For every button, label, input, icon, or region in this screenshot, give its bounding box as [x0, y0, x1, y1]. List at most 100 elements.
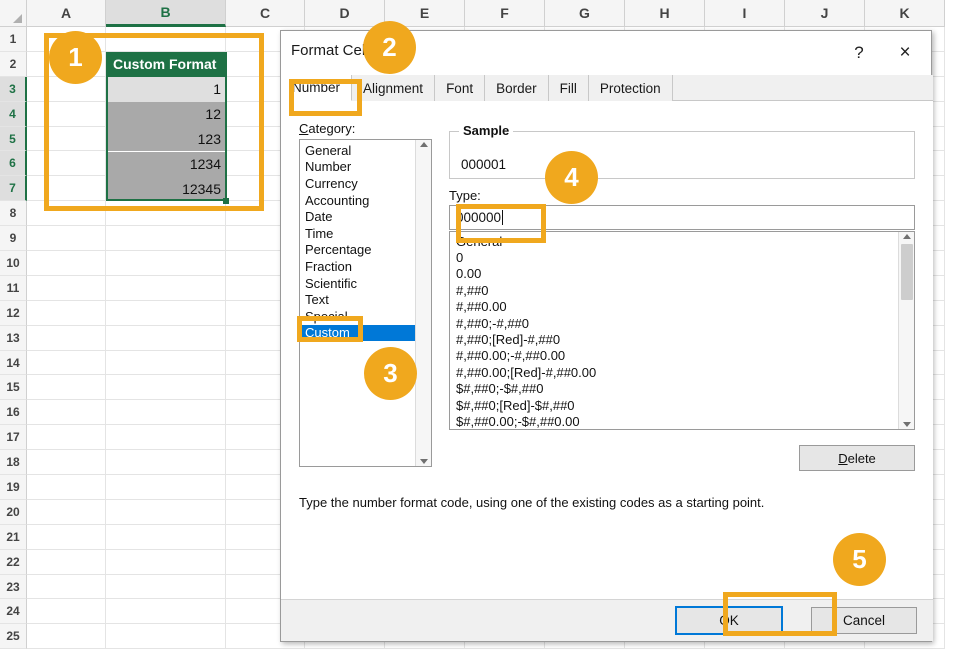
cell-B1[interactable] [106, 27, 226, 52]
format-code-item-0[interactable]: General [450, 233, 898, 249]
cell-B6[interactable] [106, 151, 226, 177]
cell-A13[interactable] [27, 325, 106, 351]
row-header-8[interactable]: 8 [0, 201, 27, 227]
category-item-date[interactable]: Date [300, 208, 415, 225]
cell-A5[interactable] [27, 126, 106, 152]
format-code-item-10[interactable]: $#,##0;[Red]-$#,##0 [450, 397, 898, 413]
column-header-g[interactable]: G [545, 0, 625, 27]
format-code-item-9[interactable]: $#,##0;-$#,##0 [450, 381, 898, 397]
category-listbox[interactable]: General Number Currency Accounting Date Time P… [299, 139, 432, 467]
format-code-scrollbar[interactable] [898, 232, 914, 429]
cell-A23[interactable] [27, 574, 106, 600]
cell-B8[interactable] [106, 201, 226, 227]
tab-alignment[interactable]: Alignment [352, 75, 436, 101]
cell-A22[interactable] [27, 549, 106, 575]
cell-A10[interactable] [27, 251, 106, 276]
row-header-7[interactable]: 7 [0, 176, 27, 202]
row-header-23[interactable]: 23 [0, 574, 27, 600]
cell-A16[interactable] [27, 400, 106, 426]
cell-A17[interactable] [27, 425, 106, 451]
column-header-a[interactable]: A [27, 0, 106, 27]
tab-border[interactable]: Border [485, 75, 549, 101]
row-header-20[interactable]: 20 [0, 499, 27, 525]
cell-B22[interactable] [106, 549, 226, 575]
tab-font[interactable]: Font [435, 75, 486, 101]
cell-B23[interactable] [106, 574, 226, 600]
category-item-percentage[interactable]: Percentage [300, 242, 415, 259]
column-header-d[interactable]: D [305, 0, 385, 27]
row-header-5[interactable]: 5 [0, 126, 27, 152]
cell-B19[interactable] [106, 475, 226, 500]
cell-B3[interactable] [106, 76, 226, 102]
cell-A18[interactable] [27, 450, 106, 476]
column-header-i[interactable]: I [705, 0, 785, 27]
format-code-item-11[interactable]: $#,##0.00;-$#,##0.00 [450, 413, 898, 429]
row-header-1[interactable]: 1 [0, 27, 27, 52]
cell-A6[interactable] [27, 151, 106, 177]
row-header-15[interactable]: 15 [0, 375, 27, 401]
category-item-general[interactable]: General [300, 142, 415, 159]
format-code-item-2[interactable]: 0.00 [450, 266, 898, 282]
column-header-c[interactable]: C [226, 0, 305, 27]
category-item-text[interactable]: Text [300, 291, 415, 308]
scroll-up-icon[interactable] [419, 142, 428, 147]
cell-A7[interactable] [27, 176, 106, 202]
category-item-accounting[interactable]: Accounting [300, 192, 415, 209]
category-item-special[interactable]: Special [300, 308, 415, 325]
tab-fill[interactable]: Fill [548, 75, 589, 101]
row-header-16[interactable]: 16 [0, 400, 27, 426]
cell-A8[interactable] [27, 201, 106, 227]
row-header-12[interactable]: 12 [0, 300, 27, 326]
format-code-item-6[interactable]: #,##0;[Red]-#,##0 [450, 331, 898, 347]
column-header-b[interactable]: B [106, 0, 226, 27]
scroll-down-icon[interactable] [419, 459, 428, 464]
format-code-item-8[interactable]: #,##0.00;[Red]-#,##0.00 [450, 364, 898, 380]
format-code-item-4[interactable]: #,##0.00 [450, 299, 898, 315]
row-header-24[interactable]: 24 [0, 599, 27, 625]
row-header-2[interactable]: 2 [0, 51, 27, 77]
category-item-number[interactable]: Number [300, 159, 415, 176]
cell-A24[interactable] [27, 599, 106, 625]
category-scrollbar[interactable] [415, 140, 431, 466]
cell-B20[interactable] [106, 499, 226, 525]
row-header-6[interactable]: 6 [0, 151, 27, 177]
cell-B18[interactable] [106, 450, 226, 476]
row-header-3[interactable]: 3 [0, 76, 27, 102]
row-header-11[interactable]: 11 [0, 275, 27, 301]
scroll-up-icon[interactable] [902, 234, 911, 239]
cell-A9[interactable] [27, 226, 106, 252]
cell-A25[interactable] [27, 624, 106, 650]
cell-A15[interactable] [27, 375, 106, 401]
row-header-17[interactable]: 17 [0, 425, 27, 451]
cell-A20[interactable] [27, 499, 106, 525]
cell-A11[interactable] [27, 275, 106, 301]
format-code-item-3[interactable]: #,##0 [450, 282, 898, 298]
row-header-14[interactable]: 14 [0, 350, 27, 376]
format-code-item-1[interactable]: 0 [450, 249, 898, 265]
cancel-button[interactable]: Cancel [811, 607, 917, 634]
cell-B16[interactable] [106, 400, 226, 426]
row-header-21[interactable]: 21 [0, 524, 27, 550]
cell-B4[interactable] [106, 101, 226, 127]
delete-button[interactable]: Delete [799, 445, 915, 471]
cell-A4[interactable] [27, 101, 106, 127]
close-icon[interactable]: × [885, 37, 925, 69]
column-header-f[interactable]: F [465, 0, 545, 27]
cell-B25[interactable] [106, 624, 226, 650]
cell-A14[interactable] [27, 350, 106, 376]
row-header-10[interactable]: 10 [0, 251, 27, 276]
column-header-k[interactable]: K [865, 0, 945, 27]
select-all-corner[interactable] [0, 0, 27, 27]
row-header-19[interactable]: 19 [0, 475, 27, 500]
cell-B21[interactable] [106, 524, 226, 550]
cell-B2[interactable] [106, 51, 226, 77]
cell-B12[interactable] [106, 300, 226, 326]
help-icon[interactable]: ? [839, 37, 879, 69]
cell-B24[interactable] [106, 599, 226, 625]
column-header-j[interactable]: J [785, 0, 865, 27]
cell-B9[interactable] [106, 226, 226, 252]
type-input[interactable]: 000000 [449, 205, 915, 230]
scroll-thumb[interactable] [900, 243, 913, 300]
format-code-listbox[interactable]: General 0 0.00 #,##0 #,##0.00 #,##0;-#,##0 #,#… [449, 231, 915, 430]
row-header-4[interactable]: 4 [0, 101, 27, 127]
